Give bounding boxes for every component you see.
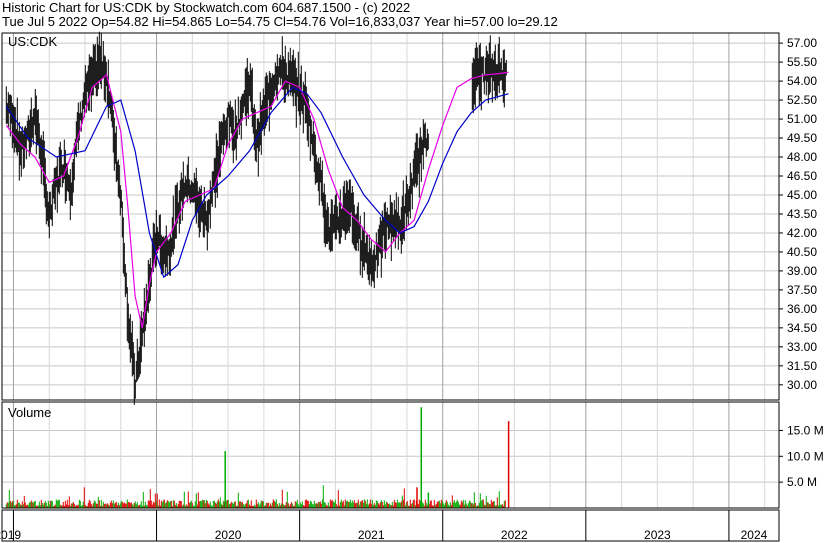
volume-panel <box>5 407 510 508</box>
price-tick-label: 43.50 <box>787 207 817 221</box>
price-panel <box>5 31 509 405</box>
volume-tick-label: 15.0 M <box>787 423 824 437</box>
x-axis-label: 2021 <box>358 528 385 542</box>
price-tick-label: 45.00 <box>787 188 817 202</box>
volume-tick-label: 10.0 M <box>787 449 824 463</box>
price-tick-label: 46.50 <box>787 169 817 183</box>
stock-chart: 30.00 31.50 33.00 34.50 36.00 37.50 39.00 40.50… <box>0 31 824 542</box>
price-tick-label: 30.00 <box>787 378 817 392</box>
price-tick-label: 37.50 <box>787 283 817 297</box>
price-tick-label: 40.50 <box>787 245 817 259</box>
price-tick-label: 33.00 <box>787 340 817 354</box>
price-tick-label: 57.00 <box>787 36 817 50</box>
price-tick-label: 34.50 <box>787 321 817 335</box>
grid-lines <box>2 33 779 508</box>
price-panel-label: US:CDK <box>8 34 57 49</box>
x-axis-label: 2019 <box>0 528 21 542</box>
x-axis-label: 2020 <box>215 528 242 542</box>
price-tick-label: 36.00 <box>787 302 817 316</box>
daily-price-bars <box>5 31 507 405</box>
volume-panel-label: Volume <box>8 405 51 420</box>
price-tick-label: 48.00 <box>787 150 817 164</box>
x-axis-label: 2024 <box>741 528 768 542</box>
price-tick-label: 52.50 <box>787 93 817 107</box>
price-tick-label: 31.50 <box>787 359 817 373</box>
price-tick-label: 39.00 <box>787 264 817 278</box>
price-tick-label: 54.00 <box>787 74 817 88</box>
volume-panel-frame <box>1 401 780 509</box>
x-axis-label: 2023 <box>644 528 671 542</box>
price-tick-label: 55.50 <box>787 55 817 69</box>
price-tick-label: 49.50 <box>787 131 817 145</box>
price-tick-label: 51.00 <box>787 112 817 126</box>
x-axis-label: 2022 <box>501 528 528 542</box>
volume-tick-label: 5.0 M <box>787 475 817 489</box>
price-tick-label: 42.00 <box>787 226 817 240</box>
volume-bars <box>5 407 510 508</box>
